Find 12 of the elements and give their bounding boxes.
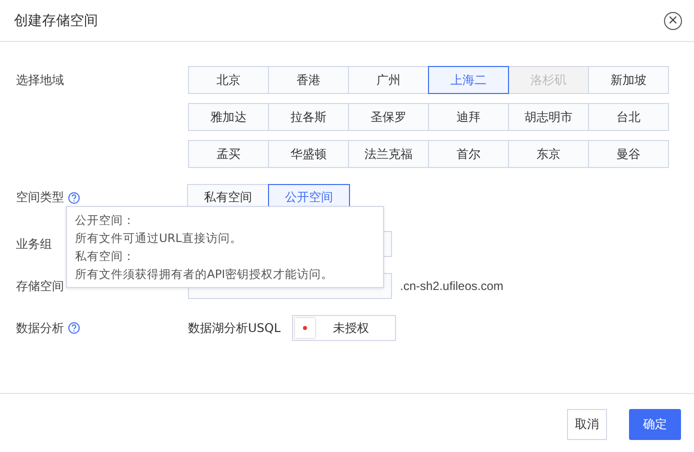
tooltip-text: 私有空间： (75, 248, 136, 264)
field-label: 业务组 (16, 236, 52, 252)
field-label: 存储空间 (16, 278, 64, 294)
field-label: 数据分析 (16, 320, 64, 336)
service-name: 数据湖分析USQL (188, 320, 282, 336)
field-label: 空间类型 (16, 189, 64, 206)
domain-suffix: .cn-sh2.ufileos.com (400, 279, 504, 293)
tooltip-text: 所有文件须获得拥有者的API密钥授权才能访问。 (75, 266, 334, 282)
tooltip-text: 所有文件可通过URL直接访问。 (75, 230, 243, 246)
dialog-title: 创建存储空间 (14, 12, 98, 30)
field-label: 选择地域 (16, 72, 64, 89)
tooltip-text: 公开空间： (75, 212, 136, 228)
